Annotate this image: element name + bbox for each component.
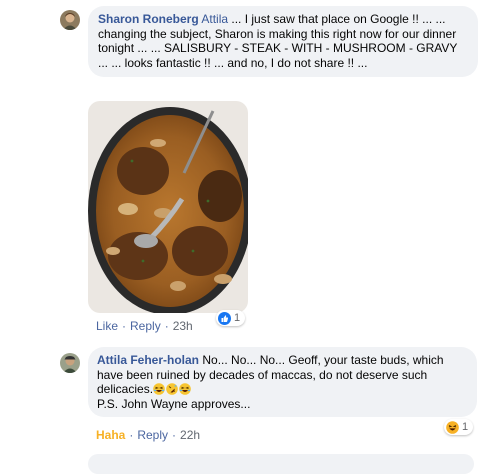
mention-attila[interactable]: Attila [201, 12, 228, 26]
like-button[interactable]: Like [96, 319, 118, 333]
haha-icon [446, 420, 459, 434]
rofl-emoji [166, 383, 178, 395]
like-icon [218, 311, 231, 325]
comment-timestamp[interactable]: 23h [173, 319, 193, 333]
avatar-attila[interactable] [60, 353, 80, 373]
avatar-sharon[interactable] [60, 10, 80, 30]
reply-button[interactable]: Reply [137, 428, 168, 442]
comment-actions-attila: Haha · Reply · 22h [96, 428, 200, 442]
separator-dot: · [129, 428, 134, 442]
reaction-badge-like[interactable]: 1 [216, 310, 246, 326]
comment-actions-sharon: Like · Reply · 23h [96, 319, 193, 333]
reply-button[interactable]: Reply [130, 319, 161, 333]
reaction-count: 1 [462, 421, 469, 433]
comment-bubble-attila: Attila Feher-holan No... No... No... Geo… [88, 347, 477, 417]
laughing-emoji [153, 383, 165, 395]
separator-dot: · [164, 319, 169, 333]
comment-timestamp[interactable]: 22h [180, 428, 200, 442]
comment-author-name[interactable]: Attila Feher-holan [97, 353, 199, 367]
separator-dot: · [122, 319, 127, 333]
reaction-count: 1 [234, 312, 241, 324]
laughing-emoji [179, 383, 191, 395]
comment-ps-text: P.S. John Wayne approves... [97, 396, 251, 411]
separator-dot: · [172, 428, 177, 442]
comment-author-name[interactable]: Sharon Roneberg [98, 12, 199, 26]
salisbury-steak-photo[interactable] [88, 101, 248, 313]
reaction-badge-haha[interactable]: 1 [444, 419, 474, 435]
comment-bubble-sharon: Sharon Roneberg Attila ... I just saw th… [88, 6, 478, 77]
haha-reaction-button[interactable]: Haha [96, 428, 125, 442]
next-comment-bubble [88, 454, 474, 474]
